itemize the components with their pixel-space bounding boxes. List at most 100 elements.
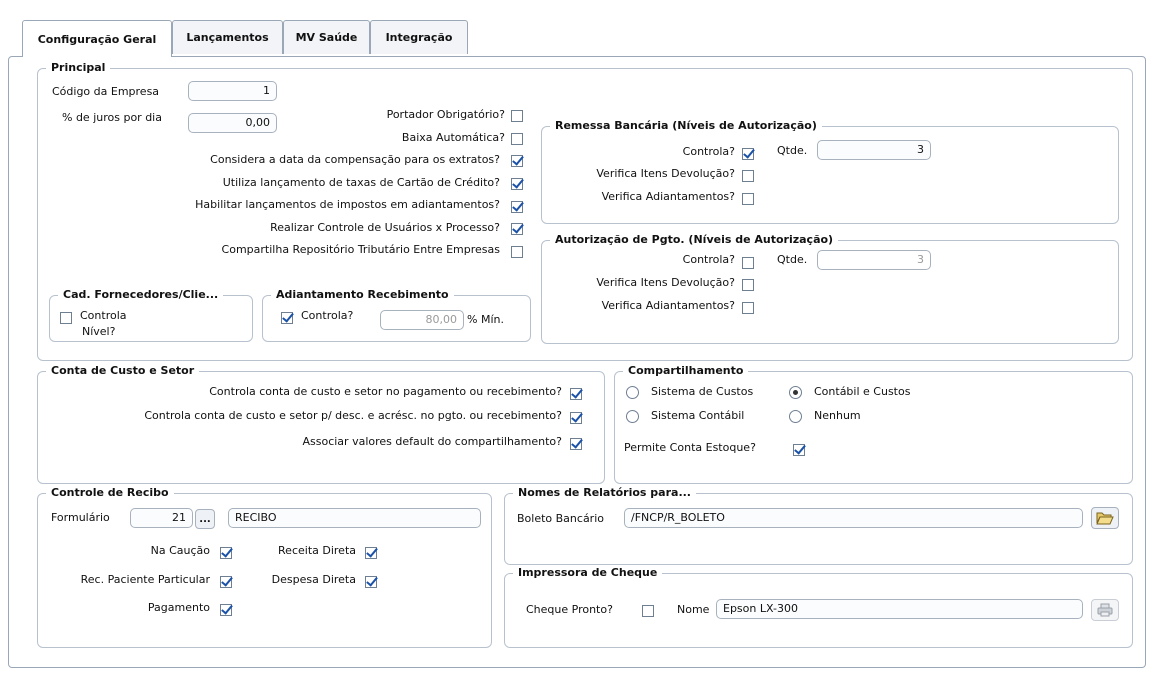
- cad-forn-controla-label: Controla: [80, 309, 127, 322]
- tab-label: Lançamentos: [186, 31, 269, 44]
- radio-sistema-custos-label: Sistema de Custos: [651, 385, 754, 398]
- group-title: Controle de Recibo: [46, 486, 174, 500]
- conta-custo-l3-label: Associar valores default do compartilham…: [302, 435, 562, 448]
- juros-label: % de juros por dia: [62, 111, 162, 124]
- autorizacao-controla-checkbox[interactable]: [742, 257, 754, 269]
- folder-open-icon: [1096, 512, 1114, 525]
- nome-impressora-input[interactable]: Epson LX-300: [716, 599, 1083, 619]
- formulario-label: Formulário: [51, 511, 110, 524]
- receita-direta-checkbox[interactable]: [365, 547, 377, 559]
- conta-custo-l1-checkbox[interactable]: [570, 388, 582, 400]
- radio-nenhum-label: Nenhum: [814, 409, 861, 422]
- printer-icon: [1097, 603, 1113, 617]
- codigo-empresa-input[interactable]: 1: [188, 81, 277, 101]
- compartilha-label: Compartilha Repositório Tributário Entre…: [221, 243, 500, 256]
- remessa-controla-checkbox[interactable]: [742, 148, 754, 160]
- group-title: Conta de Custo e Setor: [46, 364, 200, 378]
- receita-direta-label: Receita Direta: [278, 544, 356, 557]
- despesa-direta-checkbox[interactable]: [365, 576, 377, 588]
- despesa-direta-label: Despesa Direta: [271, 573, 356, 586]
- realizar-label: Realizar Controle de Usuários x Processo…: [270, 221, 500, 234]
- tab-mv-saude[interactable]: MV Saúde: [283, 20, 370, 54]
- remessa-controla-label: Controla?: [682, 145, 735, 158]
- pagamento-label: Pagamento: [147, 601, 210, 614]
- boleto-input[interactable]: /FNCP/R_BOLETO: [624, 508, 1083, 528]
- radio-sistema-custos[interactable]: [626, 386, 639, 399]
- print-button[interactable]: [1091, 599, 1119, 621]
- rec-paciente-label: Rec. Paciente Particular: [80, 573, 210, 586]
- adiantamento-min-label: % Mín.: [467, 313, 504, 326]
- tab-label: Configuração Geral: [37, 32, 157, 46]
- formulario-input[interactable]: 21: [130, 508, 193, 528]
- autorizacao-verifica-adi-label: Verifica Adiantamentos?: [601, 299, 735, 312]
- habilitar-label: Habilitar lançamentos de impostos em adi…: [195, 198, 500, 211]
- realizar-checkbox[interactable]: [511, 223, 523, 235]
- compartilha-checkbox[interactable]: [511, 246, 523, 258]
- remessa-verifica-dev-checkbox[interactable]: [742, 170, 754, 182]
- group-title: Autorização de Pgto. (Níveis de Autoriza…: [550, 233, 839, 247]
- group-title: Principal: [46, 61, 111, 75]
- remessa-qtde-input[interactable]: 3: [817, 140, 931, 160]
- recibo-descricao-input[interactable]: RECIBO: [228, 508, 481, 528]
- autorizacao-qtde-input[interactable]: 3: [817, 250, 931, 270]
- boleto-label: Boleto Bancário: [517, 512, 604, 525]
- radio-contabil-custos[interactable]: [789, 386, 802, 399]
- codigo-empresa-label: Código da Empresa: [52, 85, 160, 98]
- remessa-verifica-adi-label: Verifica Adiantamentos?: [601, 190, 735, 203]
- permite-conta-estoque-checkbox[interactable]: [793, 444, 805, 456]
- cad-forn-controla-checkbox[interactable]: [60, 312, 72, 324]
- radio-contabil-custos-label: Contábil e Custos: [814, 385, 911, 398]
- autorizacao-qtde-label: Qtde.: [777, 253, 808, 266]
- radio-sistema-contabil-label: Sistema Contábil: [651, 409, 745, 422]
- ellipsis-icon: ...: [199, 513, 211, 525]
- adiantamento-min-input[interactable]: 80,00: [380, 310, 464, 330]
- adiantamento-controla-checkbox[interactable]: [281, 312, 293, 324]
- portador-label: Portador Obrigatório?: [386, 108, 505, 121]
- conta-custo-l3-checkbox[interactable]: [570, 438, 582, 450]
- cad-forn-nivel-label: Nível?: [82, 325, 116, 338]
- group-title: Remessa Bancária (Níveis de Autorização): [550, 119, 822, 133]
- cheque-pronto-checkbox[interactable]: [642, 605, 654, 617]
- considera-checkbox[interactable]: [511, 155, 523, 167]
- tab-configuracao-geral[interactable]: Configuração Geral: [22, 20, 172, 57]
- conta-custo-l2-checkbox[interactable]: [570, 412, 582, 424]
- group-title: Adiantamento Recebimento: [271, 288, 454, 302]
- conta-custo-l1-label: Controla conta de custo e setor no pagam…: [209, 385, 562, 398]
- autorizacao-verifica-adi-checkbox[interactable]: [742, 302, 754, 314]
- baixa-label: Baixa Automática?: [401, 131, 505, 144]
- radio-nenhum[interactable]: [789, 410, 802, 423]
- juros-input[interactable]: 0,00: [188, 113, 277, 133]
- rec-paciente-checkbox[interactable]: [220, 576, 232, 588]
- nome-impressora-label: Nome: [677, 603, 710, 616]
- group-title: Nomes de Relatórios para...: [513, 486, 696, 500]
- tab-label: Integração: [385, 31, 453, 44]
- tab-integracao[interactable]: Integração: [370, 20, 468, 54]
- boleto-browse-button[interactable]: [1091, 507, 1119, 529]
- tab-lancamentos[interactable]: Lançamentos: [172, 20, 283, 54]
- autorizacao-verifica-dev-label: Verifica Itens Devolução?: [596, 276, 735, 289]
- group-title: Impressora de Cheque: [513, 566, 663, 580]
- group-title: Cad. Fornecedores/Clie...: [58, 288, 224, 302]
- na-caucao-checkbox[interactable]: [220, 547, 232, 559]
- utiliza-checkbox[interactable]: [511, 178, 523, 190]
- considera-label: Considera a data da compensação para os …: [210, 153, 500, 166]
- portador-checkbox[interactable]: [511, 110, 523, 122]
- na-caucao-label: Na Caução: [150, 544, 210, 557]
- autorizacao-verifica-dev-checkbox[interactable]: [742, 279, 754, 291]
- group-title: Compartilhamento: [623, 364, 749, 378]
- permite-conta-estoque-label: Permite Conta Estoque?: [624, 441, 756, 454]
- cheque-pronto-label: Cheque Pronto?: [526, 603, 613, 616]
- autorizacao-controla-label: Controla?: [682, 253, 735, 266]
- baixa-checkbox[interactable]: [511, 133, 523, 145]
- pagamento-checkbox[interactable]: [220, 604, 232, 616]
- formulario-lookup-button[interactable]: ...: [195, 509, 215, 529]
- group-nomes-relatorios: Nomes de Relatórios para...: [504, 486, 1133, 565]
- remessa-verifica-adi-checkbox[interactable]: [742, 193, 754, 205]
- radio-sistema-contabil[interactable]: [626, 410, 639, 423]
- remessa-qtde-label: Qtde.: [777, 144, 808, 157]
- tab-label: MV Saúde: [295, 31, 358, 44]
- remessa-verifica-dev-label: Verifica Itens Devolução?: [596, 167, 735, 180]
- adiantamento-controla-label: Controla?: [301, 309, 354, 322]
- conta-custo-l2-label: Controla conta de custo e setor p/ desc.…: [144, 409, 562, 422]
- habilitar-checkbox[interactable]: [511, 201, 523, 213]
